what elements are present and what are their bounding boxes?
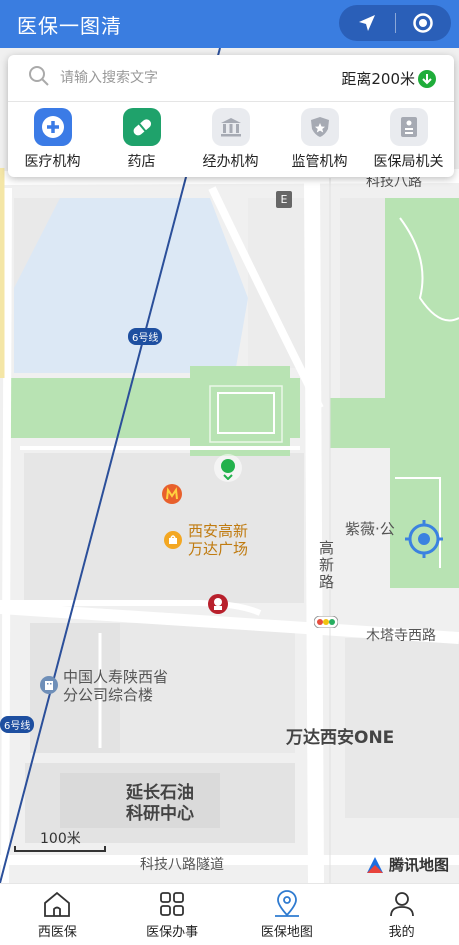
- grid-icon: [160, 892, 185, 916]
- poi-ziwei[interactable]: 紫薇·公: [345, 520, 395, 538]
- shopping-mall-icon[interactable]: [164, 531, 182, 549]
- map-scale: 100米: [14, 828, 108, 852]
- nav-item-profile[interactable]: 我的: [344, 884, 459, 945]
- map-provider: 腾讯地图: [365, 854, 449, 875]
- navigation-arrow-icon: [358, 15, 375, 31]
- scale-label: 100米: [40, 831, 81, 847]
- metro-line-label: 6号线: [0, 716, 35, 733]
- category-pharmacy[interactable]: 药店: [97, 108, 186, 174]
- record-button[interactable]: [396, 5, 452, 41]
- metro-line-label: 6号线: [128, 328, 163, 345]
- scale-bar: [14, 846, 106, 852]
- road-label-gaoxin: 高新路: [319, 539, 335, 591]
- road-label-mutasi: 木塔寺西路: [366, 628, 436, 644]
- mcdonalds-icon[interactable]: [162, 484, 182, 504]
- bank-building-icon: [211, 108, 250, 146]
- poi-china-life[interactable]: 中国人寿陕西省分公司综合楼: [63, 668, 175, 704]
- bottom-nav: 西医保 医保办事 医保地图 我的: [0, 883, 459, 945]
- nav-label: 西医保: [37, 925, 77, 940]
- category-label: 经办机构: [202, 154, 259, 170]
- record-circle-icon: [413, 13, 433, 33]
- id-card-icon: [389, 108, 428, 146]
- kfc-icon[interactable]: [208, 594, 228, 614]
- search-row: 距离200米: [8, 55, 454, 102]
- header-capsule: [339, 5, 451, 41]
- search-panel: 距离200米 医疗机构 药店 经办机构: [8, 55, 454, 177]
- nav-label: 医保地图: [260, 925, 313, 940]
- traffic-light-icon: [314, 616, 338, 628]
- category-label: 监管机构: [291, 154, 348, 170]
- app-header: 医保一图清: [0, 0, 459, 48]
- category-label: 医疗机构: [24, 154, 81, 170]
- distance-label: 距离200米: [341, 70, 415, 88]
- tencent-map-logo-icon: [366, 856, 383, 873]
- poi-wanda-plaza[interactable]: 西安高新万达广场: [188, 522, 252, 558]
- category-medical[interactable]: 医疗机构: [8, 108, 97, 174]
- shield-star-icon: [300, 108, 339, 146]
- category-bar: 医疗机构 药店 经办机构 监管机构 医保局机关: [8, 108, 454, 174]
- nav-label: 我的: [388, 925, 415, 940]
- nav-item-home[interactable]: 西医保: [0, 884, 115, 945]
- map-pin-icon: [274, 890, 299, 917]
- page-title: 医保一图清: [17, 14, 122, 38]
- category-label: 药店: [127, 154, 156, 170]
- highway-badge: E: [276, 191, 292, 208]
- poi-yanchang[interactable]: 延长石油科研中心: [126, 783, 200, 825]
- category-label: 医保局机关: [373, 154, 444, 170]
- home-icon: [44, 891, 71, 917]
- search-input[interactable]: [60, 67, 310, 89]
- down-arrow-icon: [418, 69, 436, 88]
- poi-wanda-one[interactable]: 万达西安ONE: [286, 728, 394, 749]
- category-regulator[interactable]: 监管机构: [275, 108, 364, 174]
- road-label-tunnel: 科技八路隧道: [140, 857, 224, 873]
- nav-label: 医保办事: [146, 925, 199, 940]
- nav-item-services[interactable]: 医保办事: [115, 884, 230, 945]
- pill-icon: [122, 108, 161, 146]
- user-icon: [389, 892, 414, 917]
- nav-item-map[interactable]: 医保地图: [230, 884, 345, 945]
- medical-plus-icon: [33, 108, 72, 146]
- building-icon[interactable]: [40, 676, 58, 694]
- current-pin-icon[interactable]: [219, 458, 237, 480]
- category-agency[interactable]: 经办机构: [186, 108, 275, 174]
- provider-label: 腾讯地图: [388, 856, 449, 874]
- search-icon: [29, 66, 49, 86]
- locate-me-icon[interactable]: [403, 518, 445, 560]
- distance-filter[interactable]: 距离200米: [341, 68, 436, 89]
- navigate-button[interactable]: [339, 5, 395, 41]
- category-bureau[interactable]: 医保局机关: [364, 108, 453, 174]
